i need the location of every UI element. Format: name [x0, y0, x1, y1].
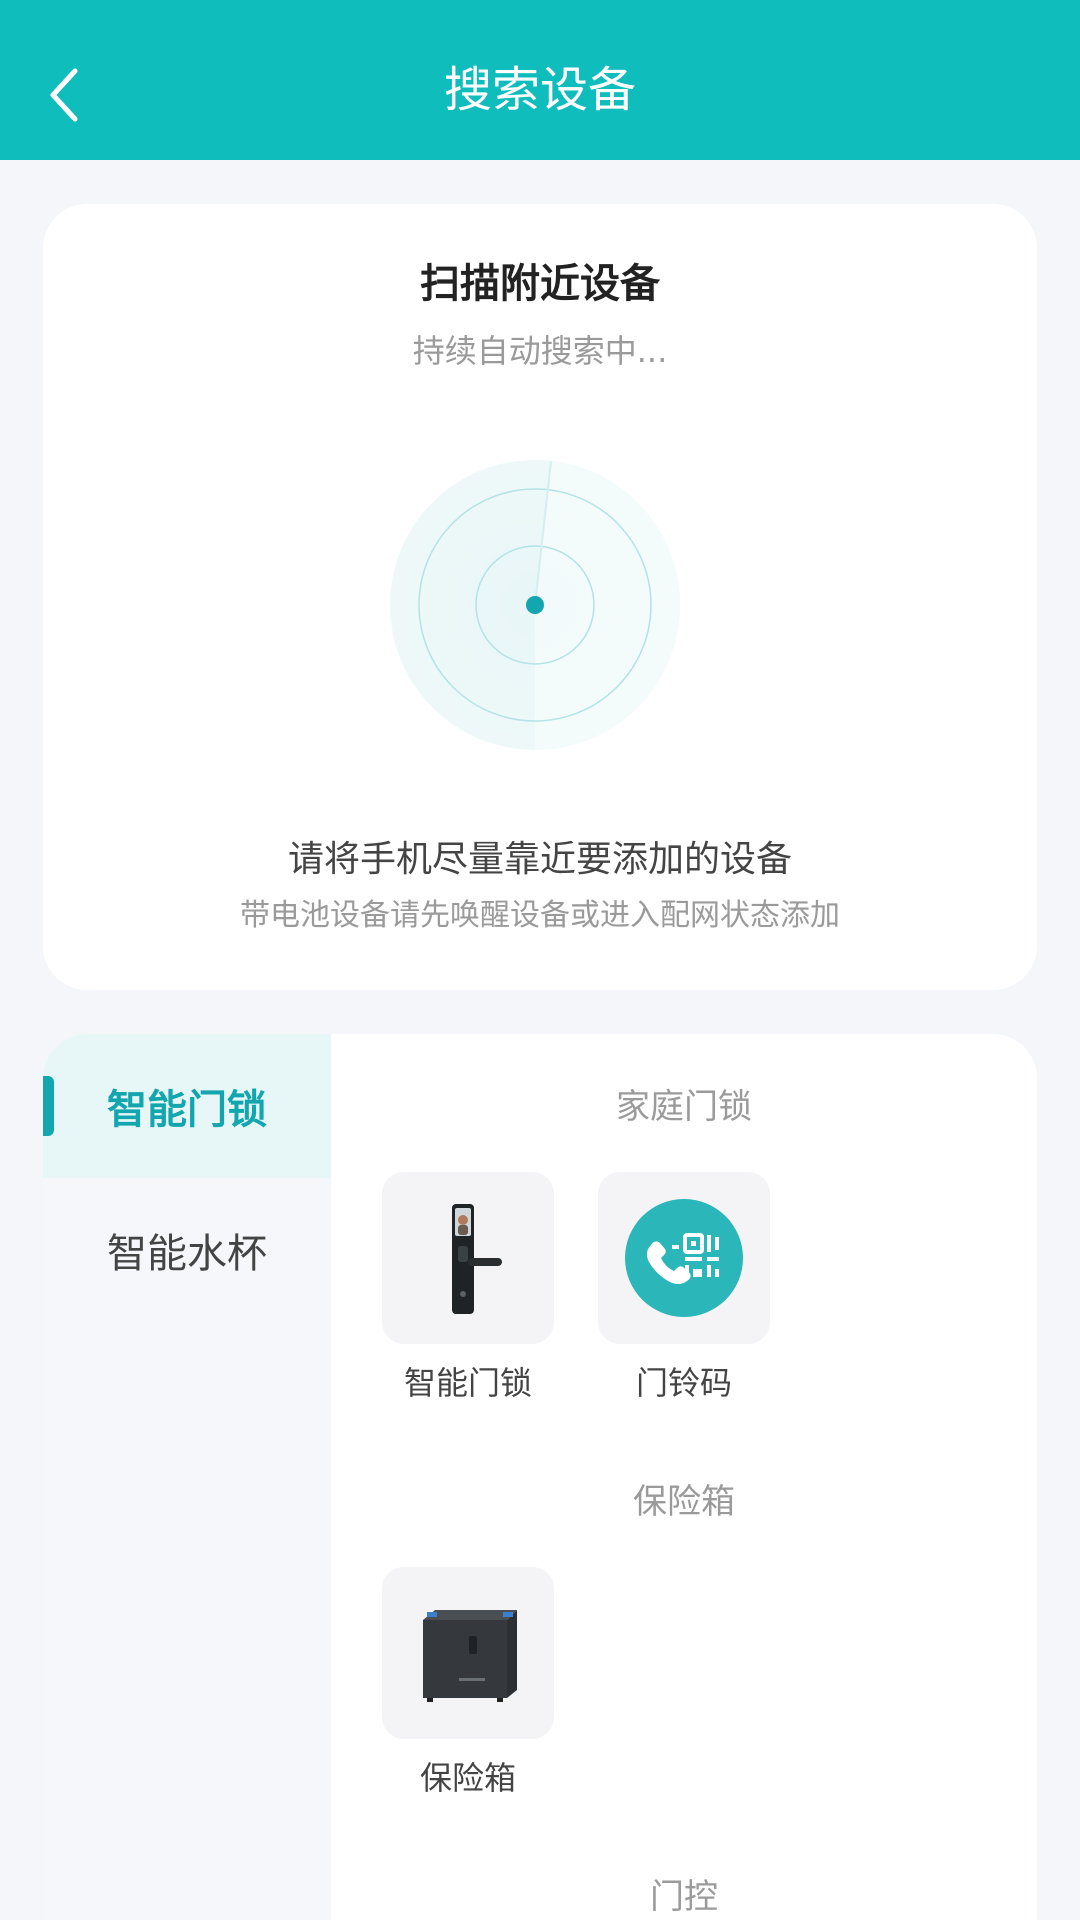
- page-title: 搜索设备: [443, 62, 636, 118]
- scan-sub-hint: 带电池设备请先唤醒设备或进入配网状态添加: [240, 898, 840, 933]
- smart-lock-image: [382, 1172, 554, 1344]
- safe-image: [382, 1567, 554, 1739]
- product-doorbell-code[interactable]: 门铃码: [598, 1172, 770, 1408]
- top-bar: 搜索设备: [0, 0, 1080, 160]
- active-indicator: [43, 1076, 54, 1136]
- section-title-door-control: 门控: [650, 1877, 718, 1917]
- scan-status: 持续自动搜索中...: [412, 332, 668, 370]
- category-label: 智能水杯: [107, 1231, 267, 1277]
- section-title-home-lock: 家庭门锁: [616, 1087, 752, 1127]
- product-smart-lock[interactable]: 智能门锁: [382, 1172, 554, 1408]
- category-item-smart-cup[interactable]: 智能水杯: [43, 1178, 331, 1322]
- product-label: 保险箱: [419, 1759, 516, 1797]
- category-item-smart-lock[interactable]: 智能门锁: [43, 1034, 331, 1178]
- product-label: 智能门锁: [403, 1364, 532, 1402]
- category-sidebar: 智能门锁 智能水杯: [43, 1034, 331, 1920]
- category-label: 智能门锁: [107, 1087, 267, 1133]
- scan-title: 扫描附近设备: [420, 261, 660, 307]
- radar-scan-icon: [390, 460, 680, 750]
- doorbell-code-image: [598, 1172, 770, 1344]
- scan-hint: 请将手机尽量靠近要添加的设备: [287, 839, 792, 880]
- product-safe[interactable]: 保险箱: [382, 1567, 554, 1803]
- product-label: 门铃码: [635, 1364, 732, 1402]
- section-title-safe: 保险箱: [633, 1482, 735, 1522]
- category-panel: 智能门锁 智能水杯 家庭门锁 智能门锁 门铃码 保险箱 保险箱 门控: [43, 1034, 1037, 1920]
- scan-card: 扫描附近设备 持续自动搜索中... 请将手机尽量靠近要添加的设备 带电池设备请先…: [43, 204, 1037, 990]
